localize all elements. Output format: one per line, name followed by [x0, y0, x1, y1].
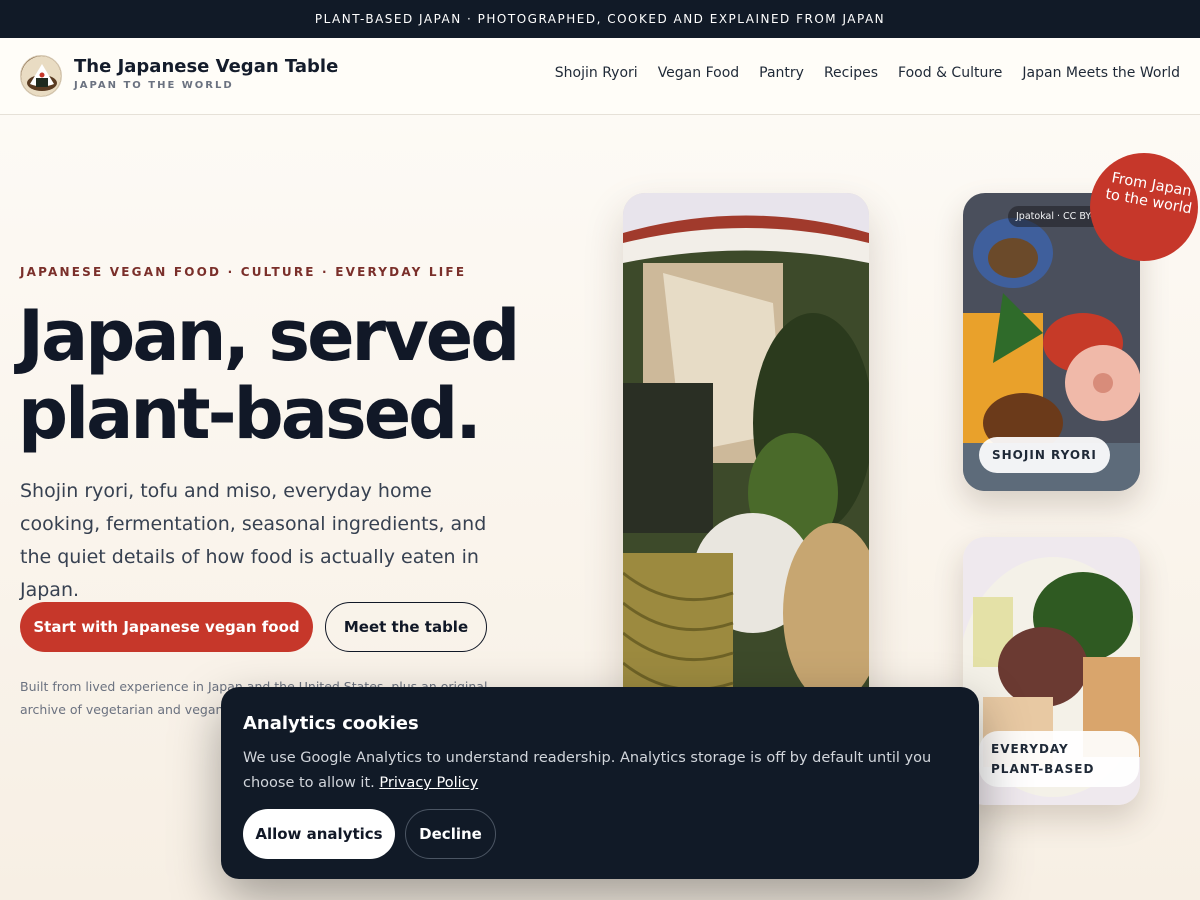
soba-bowl-photo: [623, 193, 869, 713]
decline-button[interactable]: Decline: [405, 809, 496, 859]
cookie-banner-title: Analytics cookies: [243, 713, 419, 734]
everyday-plant-based-label[interactable]: EVERYDAY PLANT-BASED: [979, 731, 1139, 787]
cookie-banner-body: We use Google Analytics to understand re…: [243, 750, 932, 791]
nav-recipes[interactable]: Recipes: [824, 65, 878, 81]
hero-eyebrow: JAPANESE VEGAN FOOD · CULTURE · EVERYDAY…: [20, 265, 467, 279]
stamp-text: From Japan to the world: [1104, 170, 1194, 218]
announcement-text: PLANT-BASED JAPAN · PHOTOGRAPHED, COOKED…: [314, 12, 886, 26]
cookie-banner-text: We use Google Analytics to understand re…: [243, 746, 963, 796]
meet-the-table-button[interactable]: Meet the table: [325, 602, 487, 652]
shojin-ryori-label[interactable]: SHOJIN RYORI: [979, 437, 1110, 473]
onigiri-logo-icon[interactable]: [20, 55, 62, 97]
announcement-bar: PLANT-BASED JAPAN · PHOTOGRAPHED, COOKED…: [0, 0, 1200, 38]
nav-shojin-ryori[interactable]: Shojin Ryori: [555, 65, 638, 81]
from-japan-stamp: From Japan to the world: [1090, 153, 1198, 261]
start-vegan-food-button[interactable]: Start with Japanese vegan food: [20, 602, 313, 652]
allow-analytics-button[interactable]: Allow analytics: [243, 809, 395, 859]
nav-japan-meets-world[interactable]: Japan Meets the World: [1022, 65, 1180, 81]
nav-pantry[interactable]: Pantry: [759, 65, 804, 81]
brand-tagline: JAPAN TO THE WORLD: [74, 80, 234, 91]
main-nav: Shojin Ryori Vegan Food Pantry Recipes F…: [555, 65, 1180, 81]
cookie-banner: Analytics cookies We use Google Analytic…: [221, 687, 979, 879]
site-header: The Japanese Vegan Table JAPAN TO THE WO…: [0, 38, 1200, 115]
hero-headline: Japan, served plant-based.: [18, 295, 520, 455]
nav-food-culture[interactable]: Food & Culture: [898, 65, 1002, 81]
hero-lead: Shojin ryori, tofu and miso, everyday ho…: [20, 480, 487, 601]
privacy-policy-link[interactable]: Privacy Policy: [379, 775, 478, 791]
brand-title[interactable]: The Japanese Vegan Table: [74, 56, 338, 77]
nav-vegan-food[interactable]: Vegan Food: [658, 65, 739, 81]
